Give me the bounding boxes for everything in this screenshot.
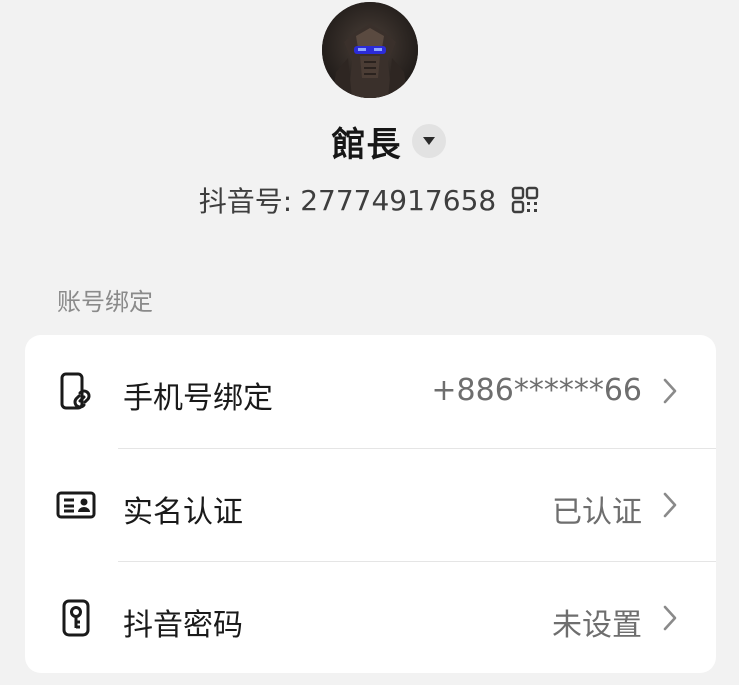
chevron-right-icon bbox=[663, 605, 677, 631]
account-binding-card: 手机号绑定 +886******66 实名认证 已认证 抖音密码 未设置 bbox=[25, 335, 716, 673]
chevron-right-icon bbox=[663, 378, 677, 404]
phone-link-icon bbox=[60, 372, 91, 410]
phone-binding-label: 手机号绑定 bbox=[123, 381, 273, 416]
key-icon bbox=[62, 599, 90, 637]
password-label: 抖音密码 bbox=[123, 608, 243, 643]
douyin-id-row: 抖音号: 27774917658 bbox=[0, 178, 739, 222]
avatar[interactable] bbox=[322, 2, 418, 98]
id-card-icon bbox=[56, 491, 96, 519]
settings-row-password[interactable]: 抖音密码 未设置 bbox=[25, 562, 716, 674]
profile-name-row: 館長 bbox=[0, 118, 739, 165]
real-name-label: 实名认证 bbox=[123, 495, 243, 530]
username: 館長 bbox=[331, 124, 402, 165]
caret-down-icon bbox=[422, 137, 435, 145]
settings-row-phone-binding[interactable]: 手机号绑定 +886******66 bbox=[25, 335, 716, 447]
account-binding-section-title: 账号绑定 bbox=[57, 288, 153, 316]
qr-code-icon[interactable] bbox=[510, 185, 540, 215]
password-value: 未设置 bbox=[552, 608, 642, 643]
douyin-id: 27774917658 bbox=[300, 183, 497, 217]
real-name-value: 已认证 bbox=[552, 495, 642, 530]
account-switch-button[interactable] bbox=[411, 124, 446, 158]
chevron-right-icon bbox=[663, 492, 677, 518]
phone-binding-value: +886******66 bbox=[431, 373, 642, 408]
avatar-image bbox=[322, 2, 418, 98]
douyin-id-label: 抖音号: bbox=[198, 185, 293, 218]
settings-row-real-name[interactable]: 实名认证 已认证 bbox=[25, 449, 716, 561]
